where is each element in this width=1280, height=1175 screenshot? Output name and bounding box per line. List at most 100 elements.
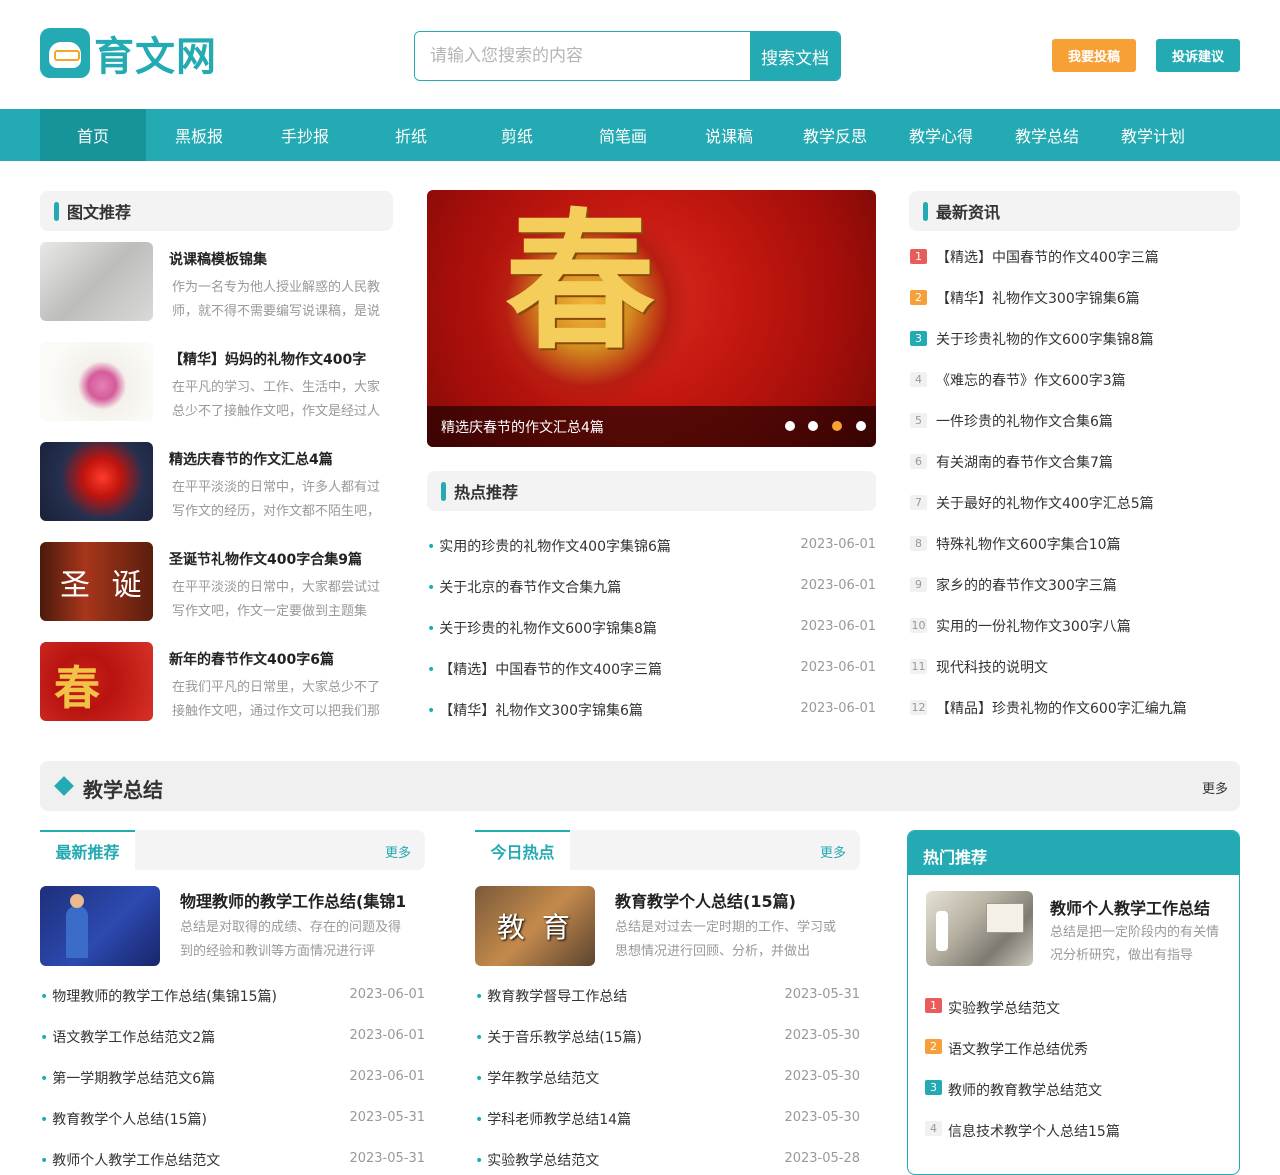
col1-item[interactable]: • 第一学期教学总结范文6篇 xyxy=(40,1068,215,1088)
search-box: 搜索文档 xyxy=(414,31,841,81)
thumb-teacher-blackboard[interactable] xyxy=(40,886,160,966)
cat-logo-icon xyxy=(40,28,90,78)
thumb-christmas[interactable]: 圣 诞 xyxy=(40,542,153,621)
col2-item[interactable]: • 实验教学总结范文 xyxy=(475,1150,599,1170)
search-input[interactable] xyxy=(415,32,750,80)
latest-item[interactable]: 实用的一份礼物作文300字八篇 xyxy=(936,616,1131,636)
latest-item[interactable]: 家乡的的春节作文300字三篇 xyxy=(936,575,1117,595)
latest-item[interactable]: 一件珍贵的礼物作文合集6篇 xyxy=(936,411,1113,431)
col2-feature-title[interactable]: 教育教学个人总结(15篇) xyxy=(615,888,860,912)
hot-recommend-item[interactable]: 实验教学总结范文 xyxy=(948,998,1060,1018)
picrec-item-title[interactable]: 精选庆春节的作文汇总4篇 xyxy=(169,449,393,469)
rank-badge: 4 xyxy=(925,1121,942,1136)
slider-dot[interactable] xyxy=(856,421,866,431)
teaching-more-link[interactable]: 更多 xyxy=(1202,778,1228,797)
col1-item-date: 2023-06-01 xyxy=(349,1028,425,1043)
col1-item[interactable]: • 教育教学个人总结(15篇) xyxy=(40,1109,207,1129)
rank-badge: 5 xyxy=(910,413,927,428)
picrec-item-title[interactable]: 圣诞节礼物作文400字合集9篇 xyxy=(169,549,393,569)
latest-item[interactable]: 【精选】中国春节的作文400字三篇 xyxy=(936,247,1159,267)
col1-item[interactable]: • 教师个人教学工作总结范文 xyxy=(40,1150,220,1170)
hot-item[interactable]: • 【精选】中国春节的作文400字三篇 xyxy=(427,659,662,679)
nav-item-lecture[interactable]: 说课稿 xyxy=(676,109,782,161)
nav-item-home[interactable]: 首页 xyxy=(40,109,146,161)
latest-item[interactable]: 特殊礼物作文600字集合10篇 xyxy=(936,534,1121,554)
tab-today-hot[interactable]: 今日热点 xyxy=(475,830,570,870)
col1-feature-title[interactable]: 物理教师的教学工作总结(集锦15篇) xyxy=(180,888,405,910)
thumb-education[interactable]: 教 育 xyxy=(475,886,595,966)
col1-item[interactable]: • 语文教学工作总结范文2篇 xyxy=(40,1027,215,1047)
col2-item[interactable]: • 学年教学总结范文 xyxy=(475,1068,599,1088)
rank-badge: 4 xyxy=(910,372,927,387)
slider-dot[interactable] xyxy=(785,421,795,431)
latest-item[interactable]: 《难忘的春节》作文600字3篇 xyxy=(936,370,1126,390)
hot-item[interactable]: • 【精华】礼物作文300字锦集6篇 xyxy=(427,700,643,720)
nav-item-handcopy[interactable]: 手抄报 xyxy=(252,109,358,161)
col2-item-date: 2023-05-30 xyxy=(784,1028,860,1043)
slider-dot-active[interactable] xyxy=(832,421,842,431)
col1-item-date: 2023-06-01 xyxy=(349,1069,425,1084)
hot-item[interactable]: • 实用的珍贵的礼物作文400字集锦6篇 xyxy=(427,536,671,556)
site-header: 育文网 搜索文档 我要投稿 投诉建议 xyxy=(0,0,1280,109)
picrec-item-title[interactable]: 新年的春节作文400字6篇 xyxy=(169,649,393,669)
hot-recommend-box: 热门推荐 教师个人教学工作总结 总结是把一定阶段内的有关情况分析研究，做出有指导… xyxy=(907,830,1240,1175)
search-button[interactable]: 搜索文档 xyxy=(750,32,840,80)
nav-item-experience[interactable]: 教学心得 xyxy=(888,109,994,161)
col2-feature-desc: 总结是对过去一定时期的工作、学习或思想情况进行回顾、分析，并做出 xyxy=(615,920,837,959)
picrec-item-desc: 在我们平凡的日常里，大家总少不了接触作文吧，通过作文可以把我们那 xyxy=(172,680,381,719)
thumb-gift[interactable] xyxy=(40,342,153,421)
col2-item[interactable]: • 关于音乐教学总结(15篇) xyxy=(475,1027,642,1047)
col2-item[interactable]: • 学科老师教学总结14篇 xyxy=(475,1109,631,1129)
picrec-item-title[interactable]: 【精华】妈妈的礼物作文400字 xyxy=(169,349,393,369)
picrec-title: 图文推荐 xyxy=(67,203,132,222)
col2-more-link[interactable]: 更多 xyxy=(820,842,846,861)
nav-item-drawing[interactable]: 简笔画 xyxy=(570,109,676,161)
picrec-header: 图文推荐 xyxy=(40,191,393,231)
col2-item-date: 2023-05-28 xyxy=(784,1151,860,1166)
latest-item[interactable]: 有关湖南的春节作文合集7篇 xyxy=(936,452,1113,472)
hot-item-date: 2023-06-01 xyxy=(800,537,876,552)
hot-recommend-item[interactable]: 语文教学工作总结优秀 xyxy=(948,1039,1088,1059)
nav-item-papercut[interactable]: 剪纸 xyxy=(464,109,570,161)
main-nav: 首页 黑板报 手抄报 折纸 剪纸 简笔画 说课稿 教学反思 教学心得 教学总结 … xyxy=(0,109,1280,161)
thumb-lantern[interactable] xyxy=(40,442,153,521)
hot-item[interactable]: • 关于北京的春节作文合集九篇 xyxy=(427,577,621,597)
col2-tabhead: 今日热点 更多 xyxy=(475,830,860,870)
tab-latest[interactable]: 最新推荐 xyxy=(40,830,135,870)
hot-recommend-item[interactable]: 信息技术教学个人总结15篇 xyxy=(948,1121,1120,1141)
latest-item[interactable]: 现代科技的说明文 xyxy=(936,657,1048,677)
nav-item-summary[interactable]: 教学总结 xyxy=(994,109,1100,161)
complaint-button[interactable]: 投诉建议 xyxy=(1156,39,1240,72)
latest-item[interactable]: 关于最好的礼物作文400字汇总5篇 xyxy=(936,493,1154,513)
slider-dot[interactable] xyxy=(808,421,818,431)
latest-header: 最新资讯 xyxy=(909,191,1240,231)
nav-item-plan[interactable]: 教学计划 xyxy=(1100,109,1206,161)
latest-title: 最新资讯 xyxy=(936,203,1001,222)
submit-article-button[interactable]: 我要投稿 xyxy=(1052,39,1136,72)
hot-recommend-feature-title[interactable]: 教师个人教学工作总结 xyxy=(1050,895,1210,919)
nav-item-origami[interactable]: 折纸 xyxy=(358,109,464,161)
thumb-newspaper[interactable] xyxy=(40,242,153,321)
site-logo[interactable]: 育文网 xyxy=(40,28,220,80)
latest-item[interactable]: 【精华】礼物作文300字锦集6篇 xyxy=(936,288,1140,308)
nav-item-reflection[interactable]: 教学反思 xyxy=(782,109,888,161)
rank-badge: 1 xyxy=(910,249,927,264)
col1-item[interactable]: • 物理教师的教学工作总结(集锦15篇) xyxy=(40,986,277,1006)
banner-slider[interactable]: 春 精选庆春节的作文汇总4篇 xyxy=(427,190,876,447)
col2-item[interactable]: • 教育教学督导工作总结 xyxy=(475,986,627,1006)
banner-caption[interactable]: 精选庆春节的作文汇总4篇 xyxy=(441,417,604,437)
latest-item[interactable]: 【精品】珍贵礼物的作文600字汇编九篇 xyxy=(936,698,1187,718)
col1-item-date: 2023-05-31 xyxy=(349,1151,425,1166)
hot-item[interactable]: • 关于珍贵的礼物作文600字锦集8篇 xyxy=(427,618,657,638)
hot-item-date: 2023-06-01 xyxy=(800,578,876,593)
hot-recommend-item[interactable]: 教师的教育教学总结范文 xyxy=(948,1080,1102,1100)
col1-tabhead: 最新推荐 更多 xyxy=(40,830,425,870)
thumb-spring[interactable]: 春 xyxy=(40,642,153,721)
rank-badge: 3 xyxy=(910,331,927,346)
rank-badge: 3 xyxy=(925,1080,942,1095)
thumb-classroom[interactable] xyxy=(926,891,1033,966)
latest-item[interactable]: 关于珍贵礼物的作文600字集锦8篇 xyxy=(936,329,1154,349)
col1-more-link[interactable]: 更多 xyxy=(385,842,411,861)
picrec-item-title[interactable]: 说课稿模板锦集 xyxy=(169,249,393,269)
nav-item-blackboard[interactable]: 黑板报 xyxy=(146,109,252,161)
